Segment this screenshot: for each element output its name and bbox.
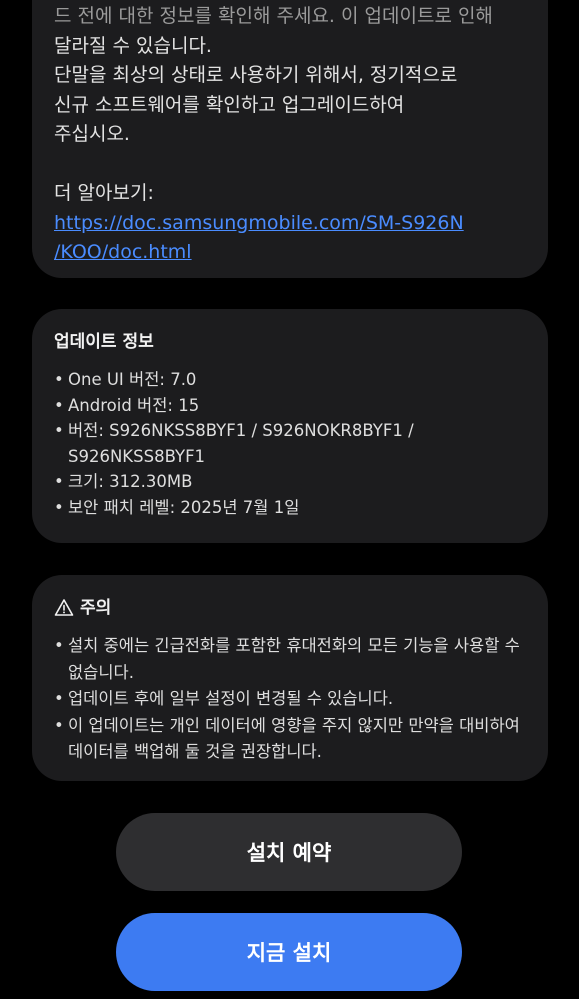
intro-spacer bbox=[54, 150, 526, 180]
update-info-item: One UI 버전: 7.0 bbox=[54, 367, 526, 393]
update-info-item: 버전: S926NKSS8BYF1 / S926NOKR8BYF1 / S926… bbox=[54, 418, 526, 469]
warning-triangle-icon bbox=[54, 598, 74, 618]
install-now-button[interactable]: 지금 설치 bbox=[116, 913, 462, 991]
update-info-title: 업데이트 정보 bbox=[54, 332, 154, 352]
caution-item: 이 업데이트는 개인 데이터에 영향을 주지 않지만 만약을 대비하여 데이터를… bbox=[54, 713, 526, 766]
schedule-install-button[interactable]: 설치 예약 bbox=[116, 813, 462, 891]
caution-list: 설치 중에는 긴급전화를 포함한 휴대전화의 모든 기능을 사용할 수 없습니다… bbox=[54, 633, 526, 766]
update-info-list: One UI 버전: 7.0 Android 버전: 15 버전: S926NK… bbox=[54, 367, 526, 520]
learn-more-label: 더 알아보기: bbox=[54, 182, 154, 204]
intro-paragraph: 달라질 수 있습니다. 단말을 최상의 상태로 사용하기 위해서, 정기적으로 … bbox=[54, 34, 458, 146]
update-info-item: 크기: 312.30MB bbox=[54, 469, 526, 495]
learn-more-link[interactable]: https://doc.samsungmobile.com/SM-S926N /… bbox=[54, 209, 526, 268]
caution-card: 주의 설치 중에는 긴급전화를 포함한 휴대전화의 모든 기능을 사용할 수 없… bbox=[32, 575, 548, 781]
caution-title: 주의 bbox=[80, 598, 112, 618]
caution-item: 업데이트 후에 일부 설정이 변경될 수 있습니다. bbox=[54, 686, 526, 713]
caution-item: 설치 중에는 긴급전화를 포함한 휴대전화의 모든 기능을 사용할 수 없습니다… bbox=[54, 633, 526, 686]
caution-header: 주의 bbox=[54, 597, 526, 619]
intro-partial-line: 드 전에 대한 정보를 확인해 주세요. 이 업데이트로 인해 bbox=[54, 5, 493, 27]
update-info-item: 보안 패치 레벨: 2025년 7월 1일 bbox=[54, 495, 526, 521]
update-info-card: 업데이트 정보 One UI 버전: 7.0 Android 버전: 15 버전… bbox=[32, 309, 548, 543]
update-info-item: Android 버전: 15 bbox=[54, 393, 526, 419]
intro-card: 드 전에 대한 정보를 확인해 주세요. 이 업데이트로 인해 달라질 수 있습… bbox=[32, 0, 548, 278]
